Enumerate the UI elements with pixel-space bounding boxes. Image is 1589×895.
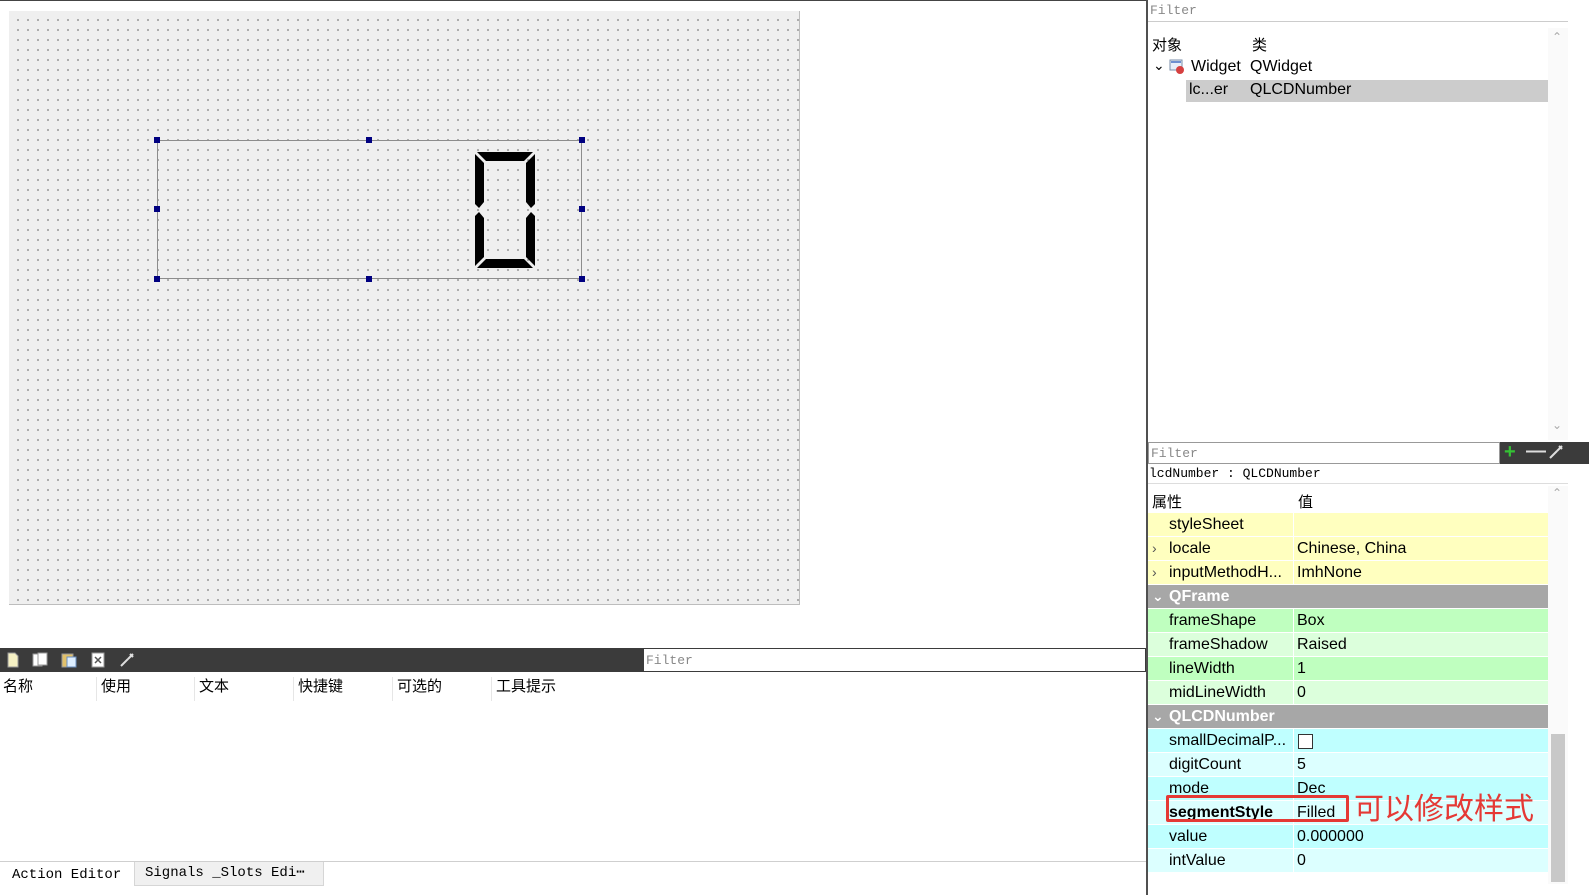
object-inspector-header: 对象 类 bbox=[1148, 30, 1548, 56]
delete-action-icon[interactable] bbox=[89, 651, 107, 669]
action-editor-toolbar bbox=[0, 648, 643, 672]
prop-value[interactable]: Raised bbox=[1297, 636, 1347, 654]
prop-group-qlcdnumber[interactable]: ⌄ QLCDNumber bbox=[1148, 705, 1548, 729]
new-action-icon[interactable] bbox=[4, 651, 22, 669]
bottom-dock-tabs: Action Editor Signals _Slots Edi⋯ bbox=[0, 861, 1146, 895]
copy-action-icon[interactable] bbox=[31, 651, 49, 669]
resize-handle-br[interactable] bbox=[579, 276, 585, 282]
col-class[interactable]: 类 bbox=[1252, 34, 1267, 55]
scroll-up-icon[interactable]: ⌃ bbox=[1552, 30, 1562, 44]
scroll-down-icon[interactable]: ⌄ bbox=[1552, 418, 1562, 432]
form-canvas[interactable] bbox=[9, 11, 800, 605]
top-border bbox=[0, 0, 1146, 1]
chevron-right-icon[interactable]: › bbox=[1152, 564, 1157, 580]
prop-name: value bbox=[1169, 828, 1208, 845]
property-object-label: lcdNumber : QLCDNumber bbox=[1148, 466, 1568, 484]
prop-name: midLineWidth bbox=[1169, 684, 1266, 701]
scrollbar-thumb[interactable] bbox=[1551, 734, 1565, 882]
prop-group-qframe[interactable]: ⌄ QFrame bbox=[1148, 585, 1548, 609]
prop-row-digitcount[interactable]: digitCount 5 bbox=[1148, 753, 1548, 777]
prop-value[interactable]: Box bbox=[1297, 612, 1325, 630]
lcd-number-widget[interactable] bbox=[154, 137, 585, 282]
property-filter-input[interactable]: Filter bbox=[1148, 442, 1500, 464]
resize-handle-tl[interactable] bbox=[154, 137, 160, 143]
prop-name: smallDecimalP... bbox=[1169, 732, 1287, 749]
prop-name: locale bbox=[1169, 540, 1211, 557]
prop-value[interactable]: 5 bbox=[1297, 756, 1306, 774]
tree-row-lcdnumber[interactable]: lc...er QLCDNumber bbox=[1186, 80, 1548, 102]
object-inspector-scrollbar[interactable]: ⌃ ⌄ bbox=[1548, 28, 1568, 440]
col-tooltip[interactable]: 工具提示 bbox=[493, 677, 593, 701]
prop-value[interactable]: Chinese, China bbox=[1297, 540, 1406, 558]
prop-row-midlinewidth[interactable]: midLineWidth 0 bbox=[1148, 681, 1548, 705]
resize-handle-ml[interactable] bbox=[154, 206, 160, 212]
chevron-down-icon[interactable]: ⌄ bbox=[1152, 588, 1164, 605]
tree-item-name: lc...er bbox=[1189, 81, 1229, 98]
prop-name: intValue bbox=[1169, 852, 1226, 869]
prop-value[interactable]: 1 bbox=[1297, 660, 1306, 678]
prop-row-frameshadow[interactable]: frameShadow Raised bbox=[1148, 633, 1548, 657]
prop-row-inputmethodhints[interactable]: › inputMethodH... ImhNone bbox=[1148, 561, 1548, 585]
scroll-up-icon[interactable]: ⌃ bbox=[1552, 486, 1562, 500]
col-used[interactable]: 使用 bbox=[98, 677, 195, 701]
prop-row-stylesheet[interactable]: styleSheet bbox=[1148, 513, 1548, 537]
property-toolbar: Filter + — bbox=[1148, 440, 1589, 464]
smalldecimalpoint-checkbox[interactable] bbox=[1298, 734, 1313, 749]
paste-action-icon[interactable] bbox=[60, 651, 78, 669]
prop-row-value[interactable]: value 0.000000 bbox=[1148, 825, 1548, 849]
col-value[interactable]: 值 bbox=[1298, 491, 1313, 512]
remove-property-icon[interactable]: — bbox=[1526, 440, 1546, 463]
col-name[interactable]: 名称 bbox=[0, 677, 97, 701]
tree-item-class: QLCDNumber bbox=[1250, 81, 1352, 98]
action-filter-input[interactable]: Filter bbox=[643, 648, 1146, 672]
prop-row-linewidth[interactable]: lineWidth 1 bbox=[1148, 657, 1548, 681]
prop-value[interactable]: 0 bbox=[1297, 852, 1306, 870]
prop-name: lineWidth bbox=[1169, 660, 1235, 677]
col-text[interactable]: 文本 bbox=[196, 677, 294, 701]
col-object[interactable]: 对象 bbox=[1152, 34, 1182, 55]
property-editor-scrollbar[interactable]: ⌃ bbox=[1548, 486, 1568, 884]
chevron-right-icon[interactable]: › bbox=[1152, 540, 1157, 556]
prop-name: frameShadow bbox=[1169, 636, 1268, 653]
property-header: 属性 值 bbox=[1148, 488, 1548, 512]
resize-handle-mr[interactable] bbox=[579, 206, 585, 212]
resize-handle-bl[interactable] bbox=[154, 276, 160, 282]
prop-name: digitCount bbox=[1169, 756, 1242, 773]
tree-item-class: QWidget bbox=[1250, 58, 1313, 75]
prop-value[interactable]: ImhNone bbox=[1297, 564, 1362, 582]
action-table-header: 名称 使用 文本 快捷键 可选的 工具提示 bbox=[0, 677, 1146, 701]
col-shortcut[interactable]: 快捷键 bbox=[295, 677, 393, 701]
chevron-down-icon[interactable]: ⌄ bbox=[1152, 708, 1164, 725]
chevron-down-icon[interactable]: ⌄ bbox=[1153, 57, 1165, 74]
add-property-icon[interactable]: + bbox=[1504, 441, 1516, 464]
prop-row-frameshape[interactable]: frameShape Box bbox=[1148, 609, 1548, 633]
prop-row-intvalue[interactable]: intValue 0 bbox=[1148, 849, 1548, 873]
object-filter-input[interactable]: Filter bbox=[1148, 0, 1568, 22]
annotation-text: 可以修改样式 bbox=[1354, 792, 1534, 827]
prop-value[interactable]: 0 bbox=[1297, 684, 1306, 702]
group-name: QLCDNumber bbox=[1169, 708, 1275, 725]
prop-row-locale[interactable]: › locale Chinese, China bbox=[1148, 537, 1548, 561]
prop-name: frameShape bbox=[1169, 612, 1257, 629]
prop-value[interactable]: 0.000000 bbox=[1297, 828, 1364, 846]
prop-row-smalldecimalpoint[interactable]: smallDecimalP... bbox=[1148, 729, 1548, 753]
tab-signals-slots-editor[interactable]: Signals _Slots Edi⋯ bbox=[134, 862, 324, 886]
tab-action-editor[interactable]: Action Editor bbox=[2, 864, 132, 888]
prop-name: styleSheet bbox=[1169, 516, 1244, 533]
configure-icon[interactable] bbox=[1548, 444, 1564, 460]
widget-icon bbox=[1169, 59, 1184, 74]
resize-handle-tc[interactable] bbox=[366, 137, 372, 143]
resize-handle-bc[interactable] bbox=[366, 276, 372, 282]
lcd-digit-zero bbox=[475, 152, 535, 268]
annotation-highlight-box bbox=[1166, 795, 1349, 822]
col-checkable[interactable]: 可选的 bbox=[394, 677, 492, 701]
group-name: QFrame bbox=[1169, 588, 1230, 605]
tree-row-widget[interactable]: ⌄ Widget QWidget bbox=[1148, 57, 1548, 79]
tree-item-name: Widget bbox=[1191, 58, 1241, 75]
configure-icon[interactable] bbox=[118, 651, 136, 669]
prop-name: inputMethodH... bbox=[1169, 564, 1282, 581]
resize-handle-tr[interactable] bbox=[579, 137, 585, 143]
col-property[interactable]: 属性 bbox=[1152, 491, 1182, 512]
